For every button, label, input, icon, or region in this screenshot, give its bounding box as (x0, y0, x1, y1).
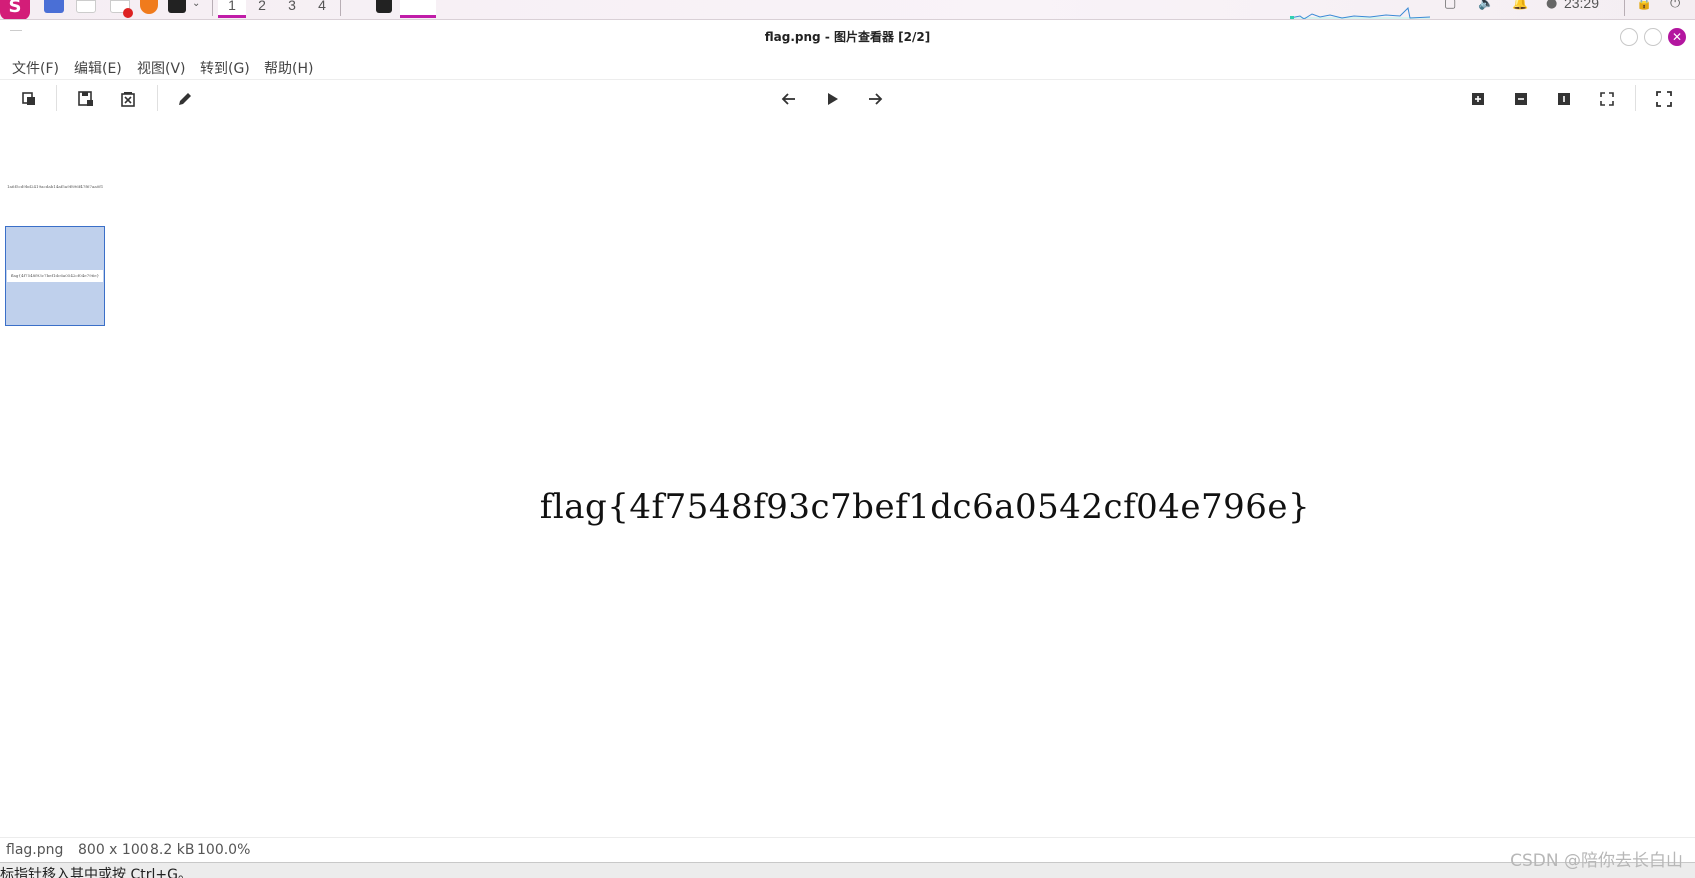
image-text: flag{4f7548f93c7bef1dc6a0542cf04e796e} (539, 487, 1311, 527)
toolbar-separator (56, 85, 57, 111)
toolbar-separator (157, 85, 158, 111)
arrow-left-icon[interactable] (777, 87, 801, 111)
power-icon[interactable]: ⏻ (1670, 0, 1684, 11)
launcher-logo-icon[interactable]: S (0, 0, 30, 19)
window-title: flag.png - 图片查看器 [2/2] (764, 30, 931, 44)
background-window-strip: 标指针移入其中或按 Ctrl+G。 (0, 862, 1695, 878)
close-button[interactable]: ✕ (1668, 28, 1686, 46)
panel-separator (340, 0, 341, 16)
minimize-button[interactable] (1620, 28, 1638, 46)
edit-pencil-icon[interactable] (173, 87, 197, 111)
save-icon[interactable] (74, 87, 98, 111)
status-zoom: 100.0% (197, 842, 251, 858)
zoom-original-icon[interactable] (1552, 87, 1576, 111)
menu-help[interactable]: 帮助(H) (264, 58, 313, 78)
thumbnail-item-selected[interactable]: flag{4f7548f93c7bef1dc6a0542cf04e796e} (5, 226, 105, 326)
menu-go[interactable]: 转到(G) (200, 58, 250, 78)
terminal-icon[interactable] (168, 0, 186, 13)
notification-bell-icon[interactable]: 🔔 (1512, 0, 1528, 11)
menu-file[interactable]: 文件(F) (12, 58, 59, 78)
thumbnail-item[interactable]: 1a6f5cd9bd2419acdab14af5a9f896f47f67aa0f… (5, 137, 105, 237)
hint-text: 标指针移入其中或按 Ctrl+G。 (0, 867, 192, 878)
thumbnail-image: 1a6f5cd9bd2419acdab14af5a9f896f47f67aa0f… (7, 184, 103, 189)
status-dimensions: 800 x 100 (78, 842, 149, 858)
fullscreen-icon[interactable] (1652, 87, 1676, 111)
app-launcher-editor-icon[interactable] (110, 0, 133, 18)
app-launcher-text-icon[interactable] (76, 0, 96, 13)
workspace-3[interactable]: 3 (278, 0, 306, 18)
status-filesize: 8.2 kB (150, 842, 195, 858)
firefox-icon[interactable] (140, 0, 158, 14)
zoom-out-icon[interactable] (1509, 87, 1533, 111)
menu-view[interactable]: 视图(V) (137, 58, 186, 78)
panel-separator (1624, 0, 1625, 16)
chevron-down-icon[interactable]: ⌄ (192, 0, 204, 13)
displayed-image: flag{4f7548f93c7bef1dc6a0542cf04e796e} (525, 457, 1325, 557)
terminal-task-icon[interactable] (376, 0, 392, 13)
menu-bar: 文件(F) 编辑(E) 视图(V) 转到(G) 帮助(H) (0, 54, 1695, 80)
workspace-2[interactable]: 2 (248, 0, 276, 18)
update-icon[interactable]: ● (1546, 0, 1560, 11)
clock[interactable]: 23:29 (1564, 0, 1599, 11)
delete-icon[interactable] (116, 87, 140, 111)
lock-icon[interactable]: 🔒 (1636, 0, 1652, 11)
cpu-graph-icon (1290, 6, 1430, 19)
arrow-right-icon[interactable] (863, 87, 887, 111)
image-viewer-window: flag.png - 图片查看器 [2/2] ✕ 文件(F) 编辑(E) 视图(… (0, 20, 1695, 862)
workspace-1[interactable]: 1 (218, 0, 246, 18)
title-bar[interactable]: flag.png - 图片查看器 [2/2] ✕ (0, 20, 1695, 54)
workspace-4[interactable]: 4 (308, 0, 336, 18)
menu-edit[interactable]: 编辑(E) (74, 58, 122, 78)
volume-icon[interactable]: 🔈 (1478, 0, 1494, 11)
status-bar: flag.png 800 x 100 8.2 kB 100.0% (0, 837, 1695, 863)
zoom-fit-icon[interactable] (1595, 87, 1619, 111)
active-task-button[interactable] (400, 0, 436, 18)
window-switch-icon[interactable]: ▢ (1444, 0, 1458, 11)
app-launcher-files-icon[interactable] (44, 0, 64, 13)
toolbar (0, 81, 1695, 117)
thumbnail-strip: 1a6f5cd9bd2419acdab14af5a9f896f47f67aa0f… (0, 117, 108, 857)
maximize-button[interactable] (1644, 28, 1662, 46)
thumbnail-image: flag{4f7548f93c7bef1dc6a0542cf04e796e} (7, 270, 103, 282)
status-filename: flag.png (6, 842, 64, 858)
play-icon[interactable] (820, 87, 844, 111)
panel-separator (212, 0, 213, 16)
toolbar-separator (1635, 85, 1636, 111)
system-panel: S ⌄ 1 2 3 4 ▢ 🔈 🔔 ● 23:29 🔒 ⏻ (0, 0, 1695, 20)
zoom-in-icon[interactable] (1466, 87, 1490, 111)
image-view-area[interactable]: flag{4f7548f93c7bef1dc6a0542cf04e796e} (108, 117, 1695, 837)
copy-icon[interactable] (17, 87, 41, 111)
watermark: CSDN @陪你去长白山 (1510, 851, 1683, 871)
